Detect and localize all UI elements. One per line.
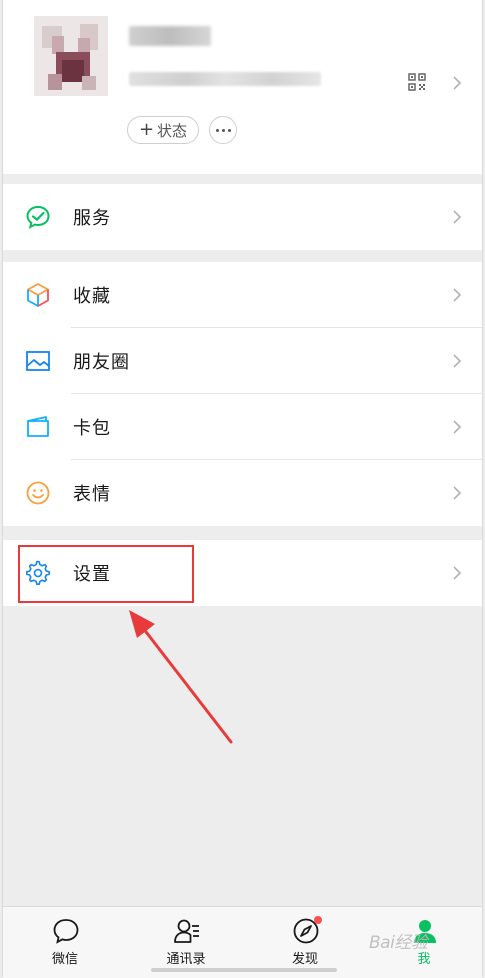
chevron-right-icon <box>453 288 462 302</box>
chevron-right-icon <box>453 420 462 434</box>
status-label: 状态 <box>157 121 188 140</box>
menu-item-favorites[interactable]: 收藏 <box>3 262 482 328</box>
menu-item-label: 朋友圈 <box>73 352 130 373</box>
menu-item-cards[interactable]: 卡包 <box>3 394 482 460</box>
moments-image-icon <box>26 351 50 371</box>
plus-icon: + <box>138 119 155 140</box>
menu-item-label: 表情 <box>73 484 111 505</box>
wechat-me-page: + 状态 服务 收藏 朋友圈 卡包 表情 设置 微信 通讯录 发现 我 Bai经… <box>2 0 483 978</box>
tab-chats[interactable]: 微信 <box>25 907 105 978</box>
dot-icon <box>227 128 231 132</box>
contacts-icon <box>174 919 199 943</box>
chevron-right-icon <box>453 354 462 368</box>
dot-icon <box>221 128 225 132</box>
chevron-right-icon <box>453 210 462 224</box>
tab-label: 微信 <box>51 952 78 967</box>
main-menu-section: 收藏 朋友圈 卡包 表情 <box>3 262 482 526</box>
menu-item-moments[interactable]: 朋友圈 <box>3 328 482 394</box>
menu-item-stickers[interactable]: 表情 <box>3 460 482 526</box>
menu-item-label: 收藏 <box>73 286 111 307</box>
wechat-id-blurred <box>129 72 321 86</box>
add-status-button[interactable]: + 状态 <box>127 116 199 144</box>
dot-icon <box>215 128 219 132</box>
chevron-right-icon <box>453 566 462 580</box>
settings-highlight-box <box>18 545 194 603</box>
nickname-blurred <box>129 26 211 46</box>
menu-item-label: 卡包 <box>73 418 111 439</box>
smiley-face-icon <box>26 481 50 505</box>
chat-bubble-icon <box>53 919 79 944</box>
watermark: Bai经验 <box>369 933 428 953</box>
services-icon <box>26 205 50 229</box>
discover-notification-dot <box>314 916 322 924</box>
menu-item-label: 服务 <box>73 208 111 229</box>
home-indicator[interactable] <box>151 968 337 972</box>
services-section: 服务 <box>3 184 482 250</box>
avatar[interactable] <box>34 16 108 96</box>
card-wallet-icon <box>27 416 49 437</box>
profile-header[interactable]: + 状态 <box>3 0 482 174</box>
chevron-right-icon <box>453 486 462 500</box>
more-options-button[interactable] <box>209 116 237 144</box>
chevron-right-icon <box>453 76 462 90</box>
qr-code-icon[interactable] <box>408 73 426 91</box>
tab-label: 通讯录 <box>166 952 206 967</box>
menu-item-services[interactable]: 服务 <box>3 184 482 250</box>
tab-label: 发现 <box>291 952 318 967</box>
favorites-cube-icon <box>27 283 49 307</box>
